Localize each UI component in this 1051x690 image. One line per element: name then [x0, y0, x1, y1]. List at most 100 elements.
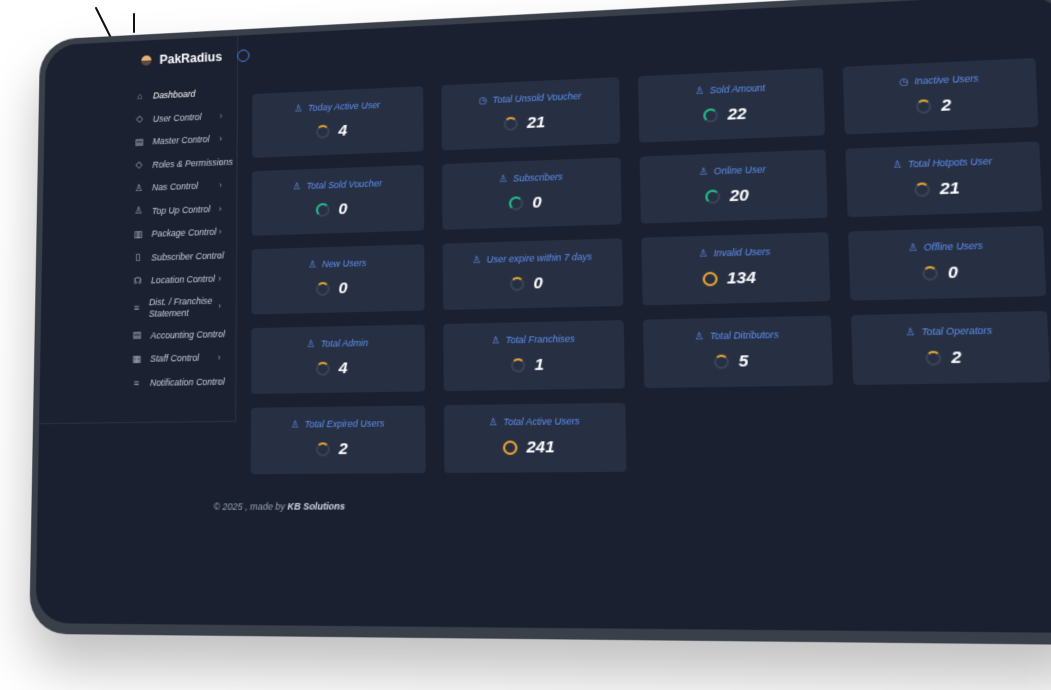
card-title: ♙ Total Admin	[264, 335, 412, 351]
card-body: 1	[446, 354, 611, 375]
chevron-right-icon: ›	[218, 156, 223, 168]
card-title: ♙ Online User	[653, 161, 812, 180]
sidebar-item-label: Package Control	[151, 226, 217, 240]
card-body: 2	[253, 439, 412, 459]
card-value: 0	[338, 279, 348, 298]
stat-card-total-active-users[interactable]: ♙ Total Active Users 241	[443, 402, 627, 473]
stat-card-invalid-users[interactable]: ♙ Invalid Users 134	[641, 232, 831, 306]
chevron-right-icon: ›	[219, 110, 223, 121]
stat-card-subscribers[interactable]: ♙ Subscribers 0	[442, 157, 622, 230]
stat-card-total-sold-voucher[interactable]: ♙ Total Sold Voucher 0	[251, 164, 425, 236]
chevron-right-icon: ›	[218, 179, 222, 191]
sidebar-item-notification-control[interactable]: ≡ Notification Control ›	[40, 369, 236, 396]
progress-ring-icon	[502, 440, 518, 455]
chevron-right-icon: ›	[218, 250, 222, 261]
progress-ring-icon	[316, 442, 331, 457]
card-title-label: User expire within 7 days	[486, 251, 593, 265]
sidebar-item-dist-franchise-statement[interactable]: ≡ Dist. / Franchise Statement ›	[41, 290, 236, 326]
brand-logo	[141, 55, 152, 66]
user-icon: ♙	[892, 158, 903, 170]
sidebar-toggle-icon[interactable]	[237, 49, 250, 63]
card-value: 4	[338, 359, 348, 378]
stat-card-sold-amount[interactable]: ♙ Sold Amount 22	[637, 67, 826, 143]
card-title-label: Sold Amount	[709, 82, 766, 96]
chevron-right-icon: ›	[218, 273, 222, 285]
card-body: 5	[646, 351, 818, 373]
stat-card-inactive-users[interactable]: ◷ Inactive Users 2	[842, 58, 1039, 135]
footer-text: © 2025 , made by	[213, 501, 288, 513]
card-body: 0	[254, 278, 412, 300]
card-title-label: Offline Users	[923, 239, 984, 253]
user-icon: ♙	[498, 172, 508, 184]
stat-card-total-expired-users[interactable]: ♙ Total Expired Users 2	[250, 405, 426, 475]
card-title: ♙ Total Operators	[866, 323, 1034, 340]
card-body: 22	[641, 102, 811, 127]
list-icon: ≡	[133, 302, 140, 314]
user-icon: ♙	[694, 329, 705, 342]
card-body: 2	[846, 93, 1023, 119]
sidebar-item-label: Subscriber Control	[151, 249, 224, 263]
grid-icon: ▤	[134, 136, 144, 147]
user-icon: ♙	[294, 102, 303, 114]
chevron-right-icon: ›	[219, 133, 223, 145]
user-icon: ♙	[134, 182, 143, 193]
sidebar-item-label: Staff Control	[150, 352, 200, 365]
chevron-right-icon: ›	[217, 300, 222, 312]
stat-card-user-expire-within-7-days[interactable]: ♙ User expire within 7 days 0	[442, 238, 624, 311]
card-title: ♙ Total Hotpots User	[860, 153, 1026, 172]
scene: PakRadius ⌂ Dashboard ◇ User Control › ▤ Maste…	[0, 0, 1051, 690]
user-icon: ♙	[306, 337, 316, 349]
card-title-label: Total Unsold Voucher	[492, 90, 582, 106]
card-title: ◷ Inactive Users	[857, 70, 1022, 90]
stat-card-online-user[interactable]: ♙ Online User 20	[639, 149, 828, 224]
card-body: 2	[855, 347, 1035, 369]
card-body: 4	[253, 358, 412, 379]
card-title: ♙ New Users	[264, 255, 411, 272]
progress-ring-icon	[511, 358, 526, 373]
stat-card-total-ditributors[interactable]: ♙ Total Ditributors 5	[642, 315, 834, 389]
sidebar-item-staff-control[interactable]: ▦ Staff Control ›	[40, 345, 236, 372]
stat-card-total-franchises[interactable]: ♙ Total Franchises 1	[443, 320, 625, 392]
card-title-label: Subscribers	[513, 171, 563, 184]
stat-card-new-users[interactable]: ♙ New Users 0	[251, 244, 425, 315]
stat-card-total-unsold-voucher[interactable]: ◷ Total Unsold Voucher 21	[441, 77, 621, 151]
card-value: 0	[947, 263, 959, 283]
sidebar-item-label: Master Control	[152, 134, 210, 147]
card-title: ♙ Subscribers	[455, 169, 607, 187]
chevron-right-icon: ›	[217, 376, 221, 387]
card-value: 2	[940, 96, 952, 116]
card-value: 4	[338, 121, 348, 140]
book-icon: ▥	[133, 228, 143, 240]
card-title: ♙ Total Expired Users	[264, 416, 413, 431]
card-body: 134	[644, 267, 816, 290]
stat-card-today-active-user[interactable]: ♙ Today Active User 4	[252, 86, 424, 158]
document-icon: ▯	[135, 251, 141, 263]
stat-card-total-admin[interactable]: ♙ Total Admin 4	[251, 324, 426, 394]
card-body: 0	[254, 198, 411, 221]
progress-ring-icon	[916, 99, 933, 115]
card-title: ♙ Offline Users	[863, 237, 1030, 255]
card-title-label: New Users	[322, 257, 367, 270]
user-icon: ♙	[472, 253, 482, 265]
user-icon: ♙	[290, 418, 300, 430]
stat-card-total-hotpots-user[interactable]: ♙ Total Hotpots User 21	[845, 141, 1043, 218]
sidebar-item-label: User Control	[152, 111, 202, 124]
user-icon: ♙	[488, 415, 498, 428]
progress-ring-icon	[316, 281, 331, 296]
card-value: 1	[534, 355, 545, 375]
card-title: ♙ Total Sold Voucher	[264, 176, 410, 194]
card-title: ♙ User expire within 7 days	[456, 250, 609, 267]
user-icon: ♙	[698, 247, 708, 259]
card-title-label: Total Ditributors	[709, 329, 779, 342]
card-title: ♙ Total Active Users	[457, 414, 612, 429]
brand-name: PakRadius	[159, 49, 223, 67]
sidebar: PakRadius ⌂ Dashboard ◇ User Control › ▤ Maste…	[39, 35, 250, 425]
card-title-label: Total Active Users	[503, 415, 580, 428]
card-title-label: Total Hotpots User	[907, 155, 993, 170]
card-title-label: Total Sold Voucher	[306, 177, 383, 192]
progress-ring-icon	[914, 182, 931, 198]
stat-card-total-operators[interactable]: ♙ Total Operators 2	[850, 310, 1051, 386]
card-body: 21	[444, 111, 607, 136]
card-title: ♙ Total Ditributors	[657, 327, 818, 344]
stat-card-offline-users[interactable]: ♙ Offline Users 0	[848, 225, 1047, 301]
